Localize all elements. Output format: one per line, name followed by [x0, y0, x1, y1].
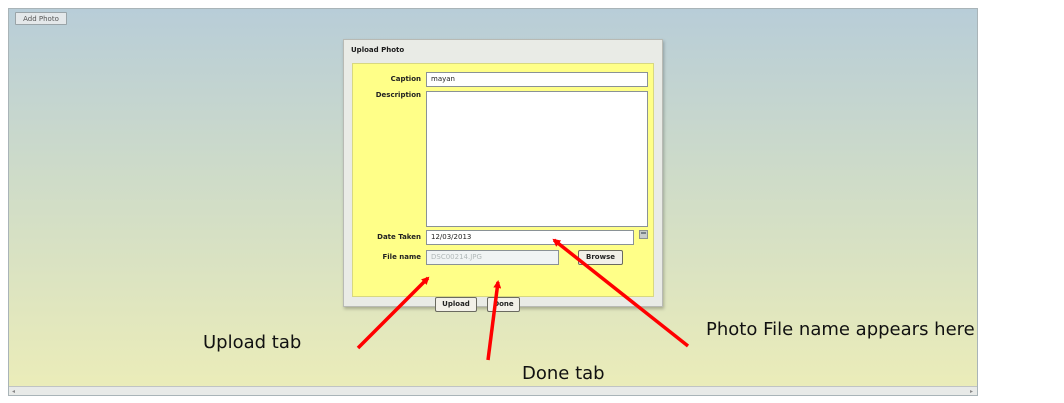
scroll-right-icon[interactable]: ▸	[970, 388, 973, 395]
description-field[interactable]	[426, 91, 648, 227]
caption-label: Caption	[390, 75, 421, 83]
upload-annotation: Upload tab	[203, 332, 302, 353]
add-photo-button[interactable]: Add Photo	[15, 12, 67, 25]
scroll-left-icon[interactable]: ◂	[12, 388, 15, 395]
done-annotation: Done tab	[522, 363, 605, 384]
done-button[interactable]: Done	[487, 297, 520, 312]
upload-form: Caption mayan Description Date Taken 12/…	[352, 63, 654, 312]
calendar-icon[interactable]	[639, 230, 648, 239]
upload-photo-dialog: Upload Photo Caption mayan Description D…	[343, 39, 663, 312]
browse-button[interactable]: Browse	[578, 250, 623, 265]
file-name-label: File name	[382, 253, 421, 261]
date-taken-field[interactable]: 12/03/2013	[426, 230, 634, 245]
file-name-annotation: Photo File name appears here	[706, 319, 975, 340]
caption-field[interactable]: mayan	[426, 72, 648, 87]
description-label: Description	[375, 91, 421, 99]
upload-button[interactable]: Upload	[435, 297, 477, 312]
file-name-field: DSC00214.JPG	[426, 250, 559, 265]
horizontal-scrollbar[interactable]: ◂ ▸	[9, 386, 977, 395]
dialog-title: Upload Photo	[351, 46, 405, 54]
date-taken-label: Date Taken	[377, 233, 421, 241]
